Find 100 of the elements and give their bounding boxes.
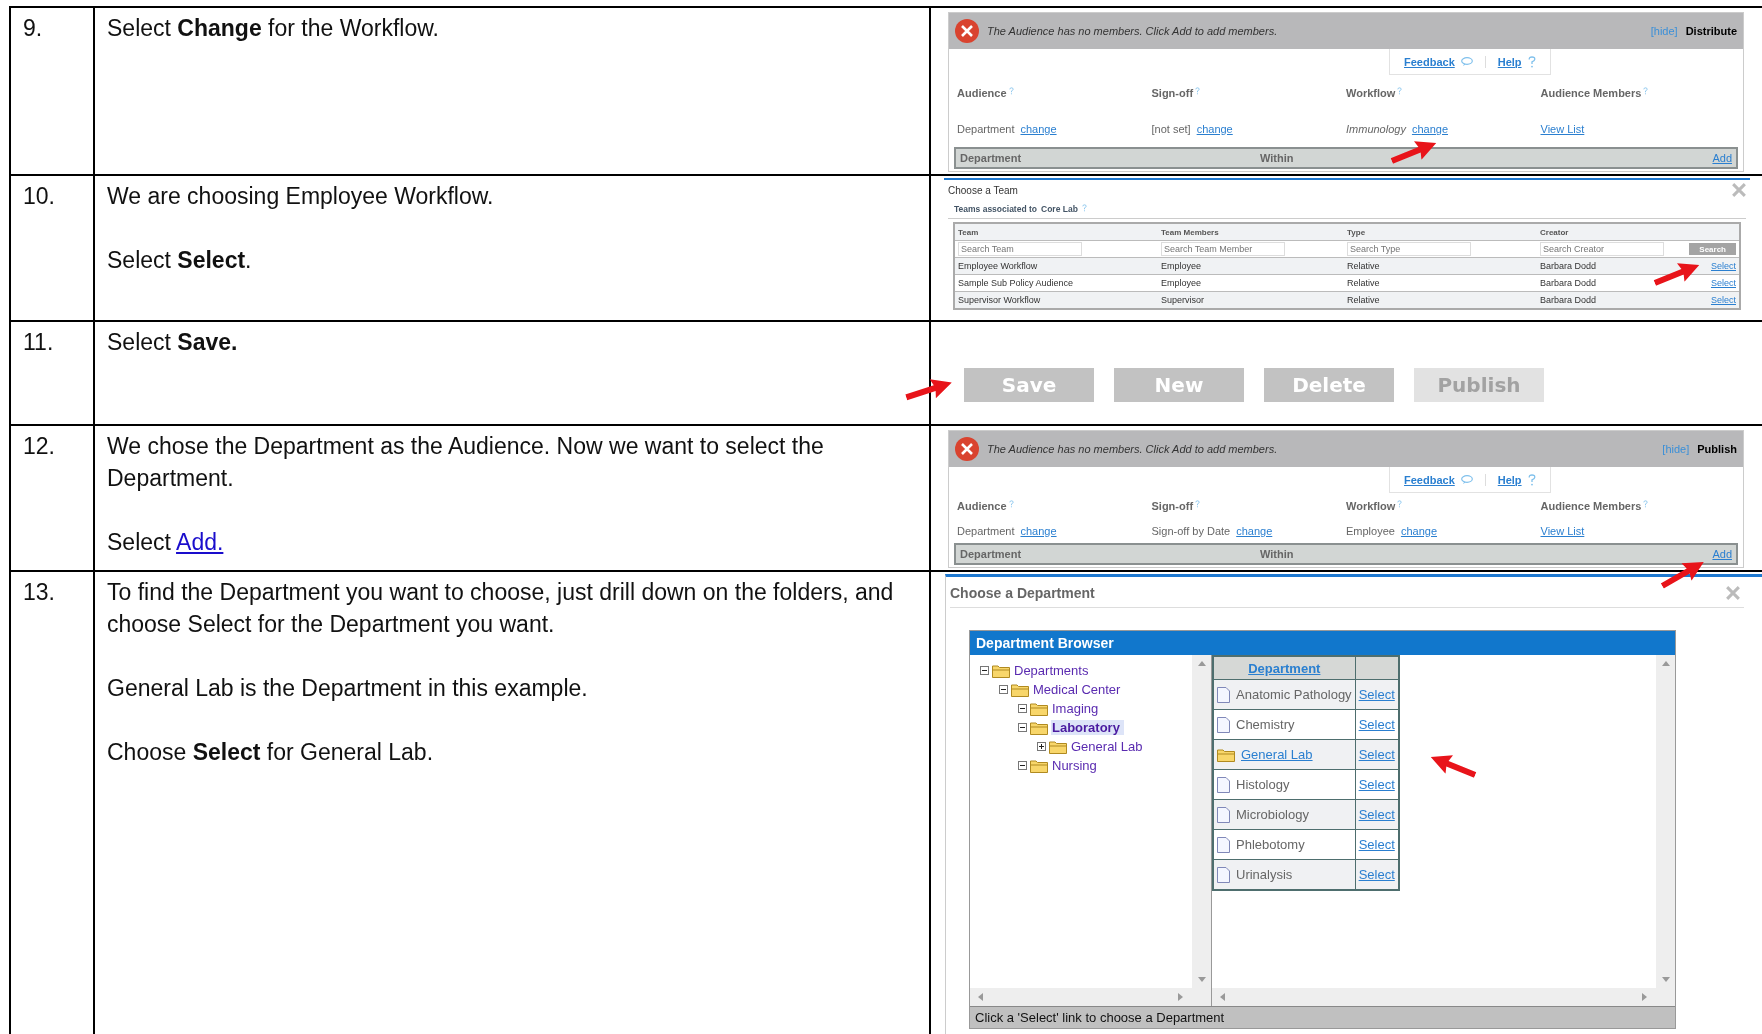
scroll-up-icon[interactable] [1198, 661, 1206, 666]
field-link[interactable]: change [1400, 524, 1437, 537]
horizontal-scrollbar[interactable] [1212, 988, 1675, 1006]
scroll-down-icon[interactable] [1662, 977, 1670, 982]
folder-icon [1030, 720, 1048, 735]
table-cell: Urinalysis [1236, 867, 1293, 882]
help-icon [1397, 87, 1403, 95]
table-cell: Histology [1236, 777, 1290, 792]
feedback-link[interactable]: Feedback [1404, 55, 1455, 68]
speech-bubble-icon [1460, 57, 1473, 66]
field-label: Audience [957, 499, 1007, 512]
field-link[interactable]: change [1196, 123, 1233, 135]
help-icon [1195, 499, 1201, 508]
help-link[interactable]: Help [1497, 473, 1522, 486]
column-header: Department [960, 548, 1023, 560]
field-link[interactable]: change [1236, 524, 1273, 537]
help-icon [1195, 87, 1201, 95]
step-number: 10. [23, 183, 55, 209]
collapse-icon[interactable] [980, 666, 989, 675]
scroll-right-icon[interactable] [1178, 993, 1183, 1001]
instruction-text: Select Add. [107, 528, 225, 557]
table-cell-text: Relative [1347, 261, 1381, 271]
column-header: Within [1260, 548, 1295, 560]
table-cell-text: Barbara Dodd [1540, 295, 1598, 305]
folder-icon [1030, 701, 1048, 716]
add-link[interactable]: Add. [176, 529, 224, 555]
column-header: Department [960, 152, 1023, 164]
help-icon [1527, 55, 1536, 68]
scroll-left-icon[interactable] [1220, 993, 1225, 1001]
document-icon [1217, 776, 1230, 793]
subtitle: Teams associated to [954, 204, 1037, 214]
table-cell: Chemistry [1236, 717, 1295, 732]
action-label: Publish [1697, 443, 1737, 455]
collapse-icon[interactable] [1018, 761, 1027, 770]
collapse-icon[interactable] [1018, 704, 1027, 713]
table-cell-text: Employee [1161, 261, 1203, 271]
field-link[interactable]: View List [1540, 123, 1585, 135]
collapse-icon[interactable] [1018, 723, 1027, 732]
instruction-text: General Lab is the Department in this example. [107, 674, 589, 703]
search-field[interactable]: Search Type [1347, 242, 1471, 256]
add-link[interactable]: Add [1712, 548, 1732, 560]
action-label: Distribute [1685, 25, 1737, 37]
field-value: Department [957, 524, 1015, 537]
tree-item[interactable]: Medical Center [1032, 682, 1125, 697]
field-label: Sign-off [1151, 499, 1194, 512]
table-cell-text: Supervisor [1161, 295, 1206, 305]
help-icon [1643, 499, 1649, 508]
speech-bubble-icon [1460, 475, 1473, 484]
search-field[interactable]: Search Team Member [1161, 242, 1285, 256]
help-icon [1397, 499, 1403, 508]
folder-icon [992, 663, 1010, 678]
help-icon [1527, 473, 1536, 486]
close-icon[interactable] [1732, 183, 1746, 197]
field-link[interactable]: View List [1540, 524, 1585, 537]
field-link[interactable]: change [1020, 524, 1057, 537]
search-button[interactable]: Search [1689, 243, 1736, 255]
error-icon [955, 19, 979, 43]
table-cell-text: Barbara Dodd [1540, 278, 1598, 288]
vertical-scrollbar[interactable] [1656, 655, 1675, 988]
tree-item[interactable]: Laboratory [1051, 720, 1124, 735]
tree-item[interactable]: General Lab [1070, 739, 1147, 754]
table-cell: Phlebotomy [1236, 837, 1305, 852]
tree-item[interactable]: Imaging [1051, 701, 1103, 716]
table-cell-text: Employee [1161, 278, 1203, 288]
field-label: Workflow [1346, 499, 1396, 512]
search-field[interactable]: Search Team [958, 242, 1082, 256]
scroll-left-icon[interactable] [978, 993, 983, 1001]
tree-item[interactable]: Departments [1013, 663, 1093, 678]
step-number: 11. [23, 329, 54, 355]
help-link[interactable]: Help [1497, 55, 1522, 68]
scroll-up-icon[interactable] [1662, 661, 1670, 666]
add-link[interactable]: Add [1712, 152, 1732, 164]
folder-icon [1030, 758, 1048, 773]
error-message: The Audience has no members. Click Add to add members. [987, 25, 1279, 37]
instruction-text: Select Change for the Workflow. [107, 14, 440, 43]
select-link[interactable]: Select [1711, 295, 1736, 305]
folder-icon [1011, 682, 1029, 697]
field-link[interactable]: change [1020, 123, 1057, 135]
folder-icon [1217, 747, 1235, 762]
column-header: Creator [1540, 227, 1570, 237]
tree-item[interactable]: Nursing [1051, 758, 1101, 773]
instruction-text: We chose the Department as the Audience. Now we want to select the Department. [107, 432, 825, 493]
vertical-scrollbar[interactable] [1192, 655, 1211, 988]
field-label: Workflow [1346, 87, 1396, 99]
select-link[interactable]: Select [1711, 278, 1736, 288]
field-value: Employee [1346, 524, 1395, 537]
instruction-text: Select Select. [107, 246, 253, 275]
field-value: Sign-off by Date [1151, 524, 1231, 537]
search-field[interactable]: Search Creator [1540, 242, 1664, 256]
scroll-right-icon[interactable] [1642, 993, 1647, 1001]
field-label: Audience Members [1540, 87, 1642, 99]
close-icon[interactable] [1726, 586, 1740, 600]
select-link[interactable]: Select [1711, 261, 1736, 271]
folder-icon [1049, 739, 1067, 754]
horizontal-scrollbar[interactable] [970, 988, 1211, 1006]
collapse-icon[interactable] [999, 685, 1008, 694]
feedback-link[interactable]: Feedback [1404, 473, 1455, 486]
field-link[interactable]: change [1411, 123, 1448, 135]
scroll-down-icon[interactable] [1198, 977, 1206, 982]
expand-icon[interactable] [1037, 742, 1046, 751]
